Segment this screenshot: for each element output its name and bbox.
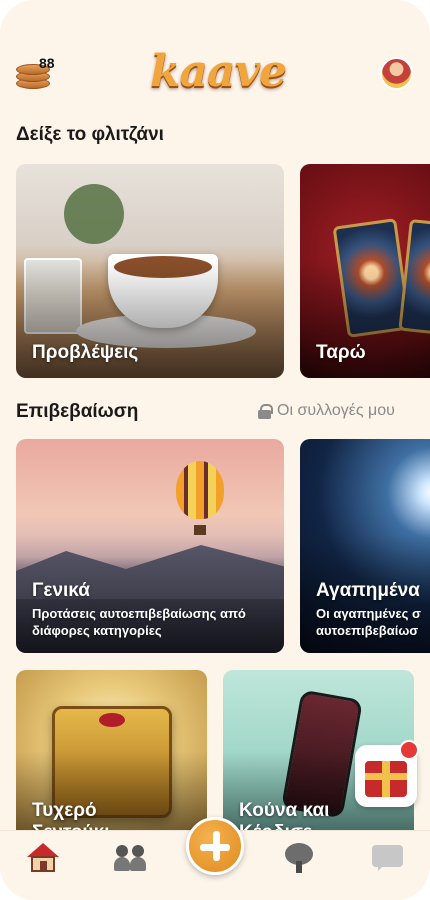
card-title: Γενικά (32, 580, 90, 601)
avatar[interactable] (380, 57, 413, 90)
gift-icon (365, 761, 407, 797)
notification-dot (399, 740, 419, 760)
card-title: Αγαπημένα (316, 580, 420, 601)
home-icon[interactable] (27, 843, 59, 873)
hot-air-balloon-image (176, 461, 224, 535)
plus-button[interactable] (186, 817, 244, 875)
app-logo: kaave (150, 46, 287, 97)
tree-icon[interactable] (283, 843, 315, 873)
card-tarot[interactable]: Ταρώ (300, 164, 430, 378)
card-favorites[interactable]: Αγαπημένα Οι αγαπημένες σ αυτοεπιβεβαίωσ (300, 439, 430, 653)
lock-icon (258, 403, 273, 419)
chat-icon[interactable] (372, 843, 404, 873)
card-subtitle-line2: αυτοεπιβεβαίωσ (316, 623, 419, 638)
card-predictions[interactable]: Προβλέψεις (16, 164, 284, 378)
people-icon[interactable] (114, 843, 146, 873)
card-title-line1: Κούνα και (239, 800, 330, 821)
card-general[interactable]: Γενικά Προτάσεις αυτοεπιβεβαίωσης από δι… (16, 439, 284, 653)
section-title-cup: Δείξε το φλιτζάνι (16, 124, 164, 145)
my-collections-label: Οι συλλογές μου (277, 402, 395, 419)
card-title: Ταρώ (316, 342, 366, 363)
app-screen: 88 kaave Δείξε το φλιτζάνι Προβλέψεις Τα… (0, 0, 430, 900)
card-title-line1: Τυχερό (32, 800, 97, 821)
card-subtitle-line1: Προτάσεις αυτοεπιβεβαίωσης από (32, 606, 246, 621)
card-lucky-chest[interactable]: Τυχερό Σεντούκι (16, 670, 207, 850)
section-title-affirmation: Επιβεβαίωση (16, 401, 139, 422)
plant-image (64, 184, 124, 244)
my-collections-link[interactable]: Οι συλλογές μου (258, 402, 395, 420)
card-title: Προβλέψεις (32, 342, 139, 363)
coin-count: 88 (39, 55, 55, 71)
card-subtitle-line1: Οι αγαπημένες σ (316, 606, 421, 621)
card-subtitle-line2: διάφορες κατηγορίες (32, 623, 162, 638)
